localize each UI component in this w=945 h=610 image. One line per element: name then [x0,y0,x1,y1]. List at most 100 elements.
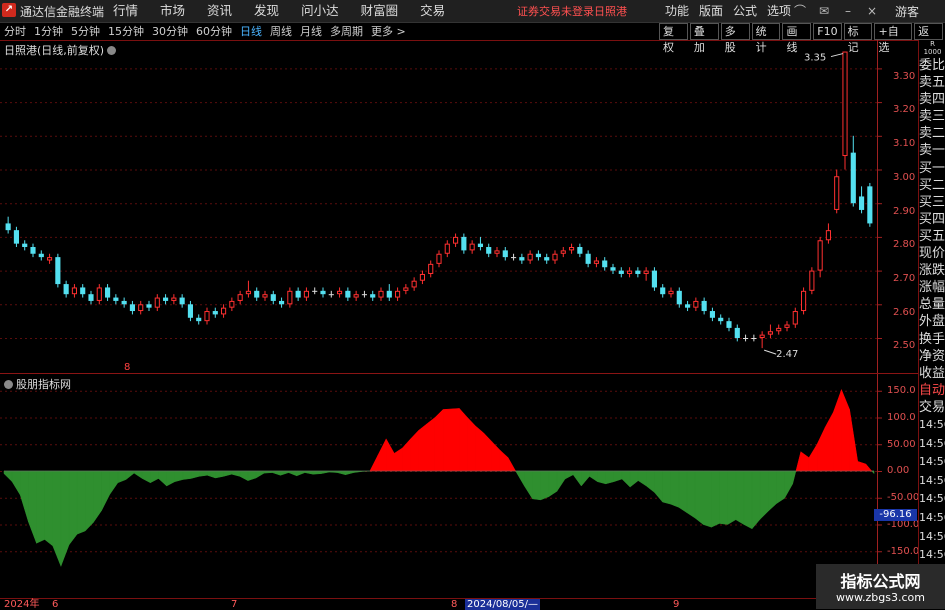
indicator-chart[interactable] [0,374,918,598]
app-title: 通达信金融终端 [20,5,105,19]
menu-item-wealth[interactable]: 财富圈 [350,0,410,22]
candle-body [262,294,268,298]
indicator-area-segment [507,456,517,472]
tab-1min[interactable]: 1分钟 [30,23,67,40]
indicator-area-segment [304,470,314,475]
indicator-area-segment [394,447,403,472]
auto-trade-label[interactable]: 自动 [919,382,945,399]
candle-body [842,51,848,157]
tab-60min[interactable]: 60分钟 [192,23,236,40]
menu-item-function[interactable]: 功能 [660,0,694,22]
tab-intraday[interactable]: 分时 [0,23,30,40]
candle-body [353,294,359,298]
settings-dot-icon[interactable] [107,46,117,55]
candle-body [386,290,392,298]
tab-30min[interactable]: 30分钟 [148,23,192,40]
indicator-area-segment [109,470,119,496]
indicator-area-segment [824,412,834,472]
indicator-settings-icon[interactable] [4,380,13,389]
date-label: 7 [231,599,238,610]
candle-body [726,321,732,328]
quote-field-label: 卖四 [919,92,945,108]
indicator-area-segment [247,470,257,481]
main-menu: 行情 市场 资讯 发现 问小达 财富圈 交易 [102,0,456,22]
mark-button[interactable]: 标记 [843,23,873,54]
indicator-area-segment [751,470,761,530]
menu-item-layout[interactable]: 版面 [694,0,728,22]
draw-line-button[interactable]: 画线 [782,23,812,54]
indicator-area-segment [215,470,224,479]
candle-body [734,327,740,338]
candle-body [88,294,94,301]
message-icon[interactable]: ✉ [812,0,836,22]
user-label[interactable]: 游客 [895,3,919,20]
tab-multi-period[interactable]: 多周期 [326,23,367,40]
menu-item-quotes[interactable]: 行情 [102,0,149,22]
indicator-area-segment [800,451,810,472]
indicator-area-segment [198,470,208,477]
headset-icon[interactable]: ⌒ [788,0,812,22]
indicator-area-segment [410,429,419,472]
indicator-area-segment [442,408,452,472]
indicator-area-segment [743,470,753,530]
quote-field-label: 买一 [919,160,945,176]
overlay-button[interactable]: 叠加 [689,23,719,54]
tab-monthly[interactable]: 月线 [296,23,326,40]
stock-title[interactable]: 日照港(日线,前复权) [4,42,117,58]
indicator-title-text: 股朋指标网 [16,378,71,391]
menu-item-formula[interactable]: 公式 [728,0,762,22]
candle-body [295,290,301,298]
candle-body [709,311,715,318]
candle-body [527,253,533,261]
login-status[interactable]: 证券交易未登录 [517,3,594,19]
indicator-area-segment [52,470,62,567]
indicator-area-segment [337,470,346,476]
indicator-area-segment [150,470,159,484]
menu-item-discover[interactable]: 发现 [243,0,290,22]
adjust-button[interactable]: 复权 [659,23,688,54]
indicator-area-segment [117,470,127,484]
menu-item-news[interactable]: 资讯 [196,0,243,22]
minimize-icon[interactable]: – [836,0,860,22]
indicator-axis-label: 150.0 [887,385,916,396]
candle-body [337,290,343,295]
candle-body [30,247,36,254]
menu-item-trade[interactable]: 交易 [409,0,456,22]
indicator-area-segment [467,416,476,472]
close-icon[interactable]: × [860,0,884,22]
right-menu: 功能 版面 公式 选项 [660,0,796,22]
menu-item-market[interactable]: 市场 [149,0,196,22]
tab-weekly[interactable]: 周线 [266,23,296,40]
indicator-area-segment [483,432,493,472]
indicator-area-segment [816,427,826,472]
candle-body [751,338,757,339]
date-cursor-label: 2024/08/05/— [465,599,541,610]
quote-field-label: 买三 [919,194,945,210]
multi-stock-button[interactable]: 多股 [720,23,750,54]
candle-body [179,297,185,305]
indicator-area-segment [491,440,501,472]
indicator-title[interactable]: 股朋指标网 [4,376,71,392]
date-label: 2024年 [4,599,40,610]
tick-time: 14:56 [919,455,945,469]
tab-5min[interactable]: 5分钟 [67,23,104,40]
candle-body [519,257,525,261]
auto-trade-label[interactable]: 交易 [919,399,945,416]
indicator-area-segment [263,470,273,474]
statistics-button[interactable]: 统计 [751,23,781,54]
tab-15min[interactable]: 15分钟 [104,23,148,40]
add-watchlist-button[interactable]: +自选 [874,23,913,54]
indicator-area-segment [605,470,615,485]
indicator-axis-label: -150.0 [887,546,920,557]
tab-daily[interactable]: 日线 [236,23,266,40]
date-label: 6 [52,599,59,610]
menu-item-ask[interactable]: 问小达 [290,0,350,22]
candle-body [154,297,160,308]
back-button[interactable]: 返回 [914,23,943,54]
indicator-area-segment [589,470,598,483]
candle-body [113,297,119,301]
tab-more[interactable]: 更多 > [367,23,410,40]
f10-button[interactable]: F10 [813,23,842,40]
price-chart[interactable]: 3.35 2.47 8 [0,40,918,374]
indicator-axis-label: 0.00 [887,465,910,476]
